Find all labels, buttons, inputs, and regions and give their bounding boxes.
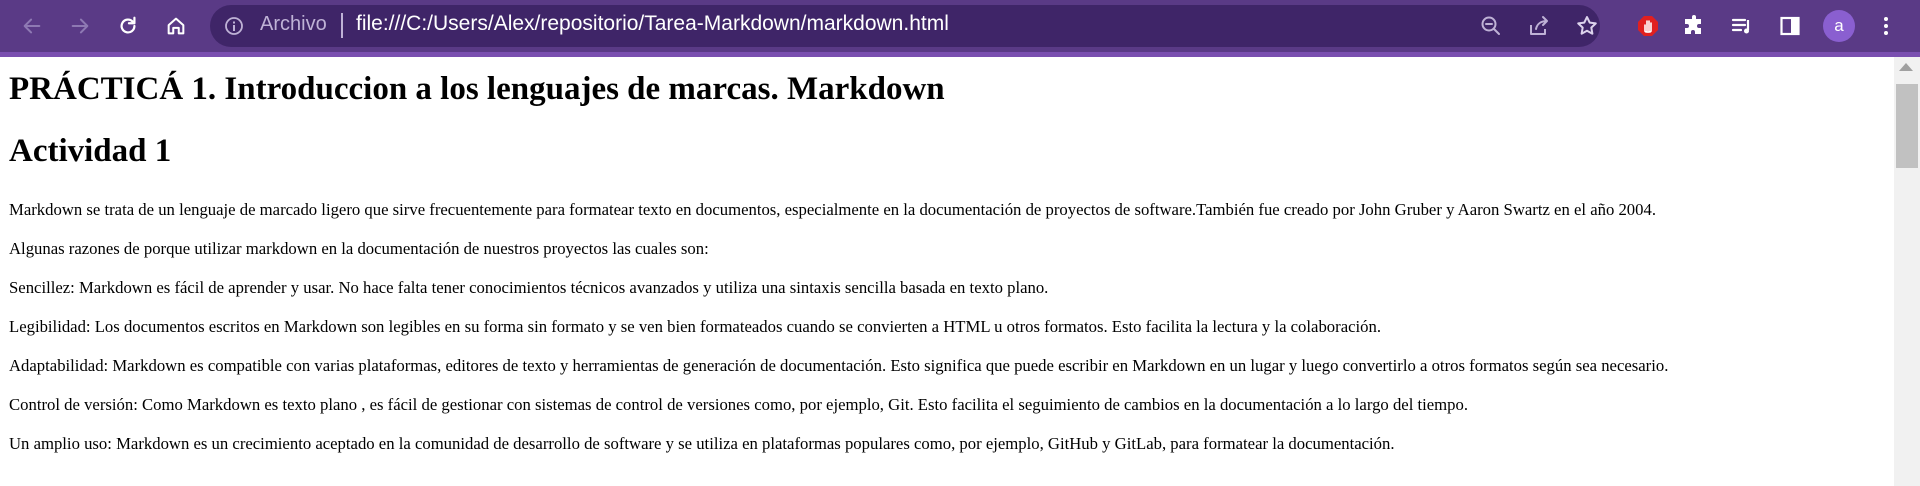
zoom-out-icon bbox=[1481, 16, 1500, 35]
reading-list-icon bbox=[1731, 18, 1750, 34]
bookmark-star-icon bbox=[1577, 16, 1597, 35]
url-text[interactable]: file:///C:/Users/Alex/repositorio/Tarea-… bbox=[356, 12, 949, 36]
scrollbar-thumb[interactable] bbox=[1896, 84, 1918, 168]
zoom-out-button[interactable] bbox=[1478, 13, 1504, 39]
address-separator bbox=[341, 13, 343, 38]
back-button[interactable] bbox=[16, 10, 48, 42]
extensions-icon bbox=[1685, 15, 1701, 34]
back-icon bbox=[23, 18, 41, 34]
browser-menu-button[interactable] bbox=[1872, 12, 1900, 40]
share-icon bbox=[1530, 16, 1548, 35]
paragraph-version-control: Control de versión: Como Markdown es tex… bbox=[9, 395, 1469, 414]
section-heading: Actividad 1 bbox=[9, 133, 172, 170]
side-panel-button[interactable] bbox=[1776, 12, 1804, 40]
site-info-label[interactable]: Archivo bbox=[260, 13, 327, 36]
paragraph-simplicity: Sencillez: Markdown es fácil de aprender… bbox=[9, 278, 1049, 297]
profile-avatar[interactable]: a bbox=[1823, 10, 1855, 42]
info-icon[interactable] bbox=[224, 16, 244, 36]
page-content: PRÁCTICÁ 1. Introduccion a los lenguajes… bbox=[9, 57, 1889, 453]
paragraph-adaptability: Adaptabilidad: Markdown es compatible co… bbox=[9, 356, 1669, 375]
reading-list-button[interactable] bbox=[1728, 12, 1756, 40]
reload-button[interactable] bbox=[112, 10, 144, 42]
side-panel-icon bbox=[1780, 16, 1800, 36]
paragraph-readability: Legibilidad: Los documentos escritos en … bbox=[9, 317, 1382, 336]
reload-icon bbox=[120, 16, 136, 34]
adblock-extension-button[interactable] bbox=[1634, 12, 1662, 40]
paragraph-wide-use: Un amplio uso: Markdown es un crecimient… bbox=[9, 434, 1395, 453]
paragraph-intro: Markdown se trata de un lenguaje de marc… bbox=[9, 200, 1657, 219]
bookmark-button[interactable] bbox=[1574, 13, 1600, 39]
scroll-up-arrow[interactable] bbox=[1899, 63, 1913, 71]
home-icon bbox=[167, 17, 185, 35]
adblock-icon bbox=[1638, 16, 1658, 36]
share-button[interactable] bbox=[1526, 13, 1552, 39]
document-title: PRÁCTICÁ 1. Introduccion a los lenguajes… bbox=[9, 71, 945, 107]
forward-icon bbox=[71, 18, 89, 34]
paragraph-reasons: Algunas razones de porque utilizar markd… bbox=[9, 239, 709, 258]
home-button[interactable] bbox=[160, 10, 192, 42]
forward-button[interactable] bbox=[64, 10, 96, 42]
extensions-button[interactable] bbox=[1680, 12, 1708, 40]
menu-icon bbox=[1884, 17, 1888, 35]
